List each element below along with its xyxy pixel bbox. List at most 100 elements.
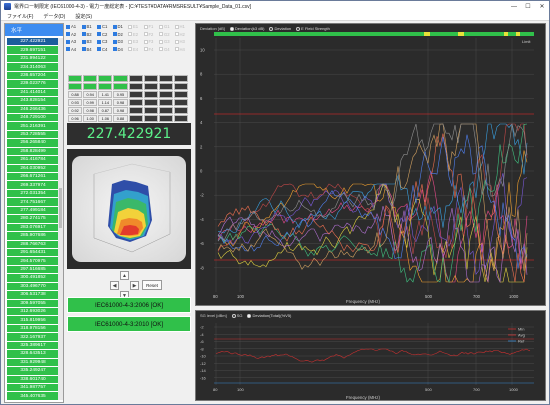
rotate-left-button[interactable]: ◀ xyxy=(110,281,119,290)
channel-checkbox[interactable]: G2 xyxy=(159,32,175,37)
frequency-list-item[interactable]: 312.693026 xyxy=(7,308,59,317)
frequency-list-item[interactable]: 264.030952 xyxy=(7,164,59,173)
frequency-list-item[interactable]: 229.697151 xyxy=(7,46,59,55)
frequency-list-item[interactable]: 315.819956 xyxy=(7,316,59,325)
frequency-list-item[interactable]: 236.657204 xyxy=(7,71,59,81)
sg-plot-area[interactable]: -2 -4 -6 -8 -10 -12 -14 -16 80 100 500 700 1000 MinAv… xyxy=(196,311,547,402)
frequency-list-item[interactable]: 253.728555 xyxy=(7,130,59,140)
channel-checkbox[interactable]: H4 xyxy=(174,46,191,52)
frequency-list-item[interactable]: 294.570975 xyxy=(7,257,59,266)
channel-checkbox[interactable]: E4 xyxy=(128,47,144,52)
frequency-list-item[interactable]: 256.265840 xyxy=(7,139,59,148)
list-scrollbar[interactable] xyxy=(58,38,63,400)
channel-checkbox[interactable]: G3 xyxy=(159,39,175,44)
channel-checkbox[interactable]: F2 xyxy=(143,31,160,37)
frequency-list-item[interactable]: 243.828154 xyxy=(7,97,59,106)
channel-checkbox[interactable]: H3 xyxy=(174,39,191,44)
menu-settings[interactable]: 設定(S) xyxy=(75,13,92,20)
channel-checkbox[interactable]: C2 xyxy=(97,32,113,37)
frequency-list-item[interactable]: 269.337974 xyxy=(7,181,59,190)
channel-checkbox[interactable]: B4 xyxy=(81,47,98,52)
channel-checkbox[interactable]: B2 xyxy=(81,32,98,37)
grid-value-cell: 0.87 xyxy=(98,107,113,114)
frequency-list-item[interactable]: 306.531738 xyxy=(7,291,59,300)
deviation-plot-area[interactable]: Limit 10 8 6 4 2 0 -2 -4 -6 -8 80 100 500 700 1000 Frequ… xyxy=(196,24,547,307)
frequency-list-item[interactable]: 248.729100 xyxy=(7,113,59,123)
frequency-list-item[interactable]: 341.987757 xyxy=(7,383,59,393)
minimize-button[interactable]: — xyxy=(507,1,521,12)
frequency-list-item[interactable]: 231.994122 xyxy=(7,54,59,64)
frequency-list-item[interactable]: 251.216391 xyxy=(7,122,59,131)
frequency-list-item[interactable]: 246.266436 xyxy=(7,105,59,114)
channel-checkbox[interactable]: G4 xyxy=(159,47,175,52)
frequency-list-item[interactable]: 277.499184 xyxy=(7,206,59,216)
channel-checkbox[interactable]: C1 xyxy=(97,24,113,29)
legend-deviation-total[interactable]: Deviation(Total)(%V5) xyxy=(247,313,291,318)
field-3d-plot[interactable] xyxy=(72,156,186,262)
frequency-list-item[interactable]: 303.496770 xyxy=(7,282,59,292)
frequency-list-item[interactable]: 274.751667 xyxy=(7,198,59,207)
channel-checkbox[interactable]: B1 xyxy=(81,24,98,29)
channel-checkbox[interactable]: E3 xyxy=(128,39,144,44)
frequency-list-item[interactable]: 241.414014 xyxy=(7,88,59,98)
scrollbar-thumb[interactable] xyxy=(59,188,62,228)
frequency-list-item[interactable]: 291.654431 xyxy=(7,248,59,258)
frequency-list-item[interactable]: 266.671261 xyxy=(7,173,59,182)
channel-checkbox[interactable]: C4 xyxy=(97,47,113,52)
frequency-list-item[interactable]: 239.023776 xyxy=(7,80,59,89)
legend-deviation[interactable]: Deviation xyxy=(269,26,291,31)
legend-sg[interactable]: SG xyxy=(231,313,242,318)
frequency-list-item[interactable]: 285.907686 xyxy=(7,232,59,241)
channel-checkbox[interactable]: A2 xyxy=(66,32,82,37)
channel-checkbox[interactable]: D4 xyxy=(112,47,129,52)
checkbox-label: F2 xyxy=(148,31,154,37)
frequency-list-item[interactable]: 258.828499 xyxy=(7,147,59,157)
frequency-list-item[interactable]: 280.274175 xyxy=(7,215,59,224)
channel-checkbox[interactable]: A4 xyxy=(66,47,82,52)
channel-checkbox[interactable]: H2 xyxy=(174,32,191,37)
frequency-list-item[interactable]: 335.249247 xyxy=(7,367,59,376)
channel-checkbox[interactable]: F1 xyxy=(143,24,160,29)
legend-e-field[interactable]: E Field Strength xyxy=(296,26,330,31)
grid-value-cell: 0.93 xyxy=(68,99,83,106)
channel-checkbox[interactable]: C3 xyxy=(97,39,113,44)
channel-checkbox[interactable]: F3 xyxy=(143,39,160,44)
channel-checkbox[interactable]: H1 xyxy=(174,24,191,29)
channel-checkbox[interactable]: G1 xyxy=(159,24,175,29)
channel-checkbox[interactable]: B3 xyxy=(81,39,98,44)
channel-checkbox[interactable]: D3 xyxy=(112,39,129,44)
menu-data[interactable]: データ(D) xyxy=(43,13,65,20)
frequency-list-item[interactable]: 297.516685 xyxy=(7,265,59,275)
frequency-list-item[interactable]: 328.643513 xyxy=(7,350,59,359)
channel-checkbox[interactable]: F4 xyxy=(143,47,160,52)
rotate-up-button[interactable]: ▲ xyxy=(120,271,129,280)
frequency-list-item[interactable]: 331.929948 xyxy=(7,358,59,368)
polarization-button[interactable]: 水平 xyxy=(5,24,63,36)
frequency-list-item[interactable]: 338.601740 xyxy=(7,375,59,384)
frequency-list-item[interactable]: 300.491852 xyxy=(7,274,59,283)
frequency-list-item[interactable]: 309.597055 xyxy=(7,299,59,308)
maximize-button[interactable]: ☐ xyxy=(521,1,535,12)
frequency-list-item[interactable]: 227.422921 xyxy=(7,38,59,47)
channel-checkbox[interactable]: A3 xyxy=(66,39,82,44)
menu-file[interactable]: ファイル(F) xyxy=(7,13,33,20)
channel-checkbox[interactable]: D1 xyxy=(112,24,129,29)
channel-checkbox[interactable]: A1 xyxy=(66,24,82,29)
frequency-list-item[interactable]: 318.978156 xyxy=(7,324,59,334)
channel-checkbox[interactable]: D2 xyxy=(112,32,129,37)
channel-checkbox[interactable]: E2 xyxy=(128,32,144,37)
frequency-list-item[interactable]: 345.407635 xyxy=(7,392,59,401)
frequency-list-item[interactable]: 322.167937 xyxy=(7,333,59,342)
frequency-list-item[interactable]: 261.416784 xyxy=(7,156,59,165)
legend-deviation-k3[interactable]: Deviation(k3 dB) xyxy=(229,26,264,31)
rotate-right-button[interactable]: ▶ xyxy=(130,281,139,290)
frequency-list-item[interactable]: 325.389617 xyxy=(7,341,59,351)
channel-checkbox[interactable]: E1 xyxy=(128,24,144,29)
frequency-list-item[interactable]: 283.076917 xyxy=(7,223,59,233)
close-button[interactable]: ✕ xyxy=(535,1,549,12)
frequency-list-item[interactable]: 272.031354 xyxy=(7,189,59,199)
frequency-list-item[interactable]: 288.766763 xyxy=(7,240,59,249)
frequency-list-item[interactable]: 234.314063 xyxy=(7,63,59,72)
checkbox-label: H4 xyxy=(179,46,185,52)
reset-view-button[interactable]: Reset xyxy=(142,280,162,290)
